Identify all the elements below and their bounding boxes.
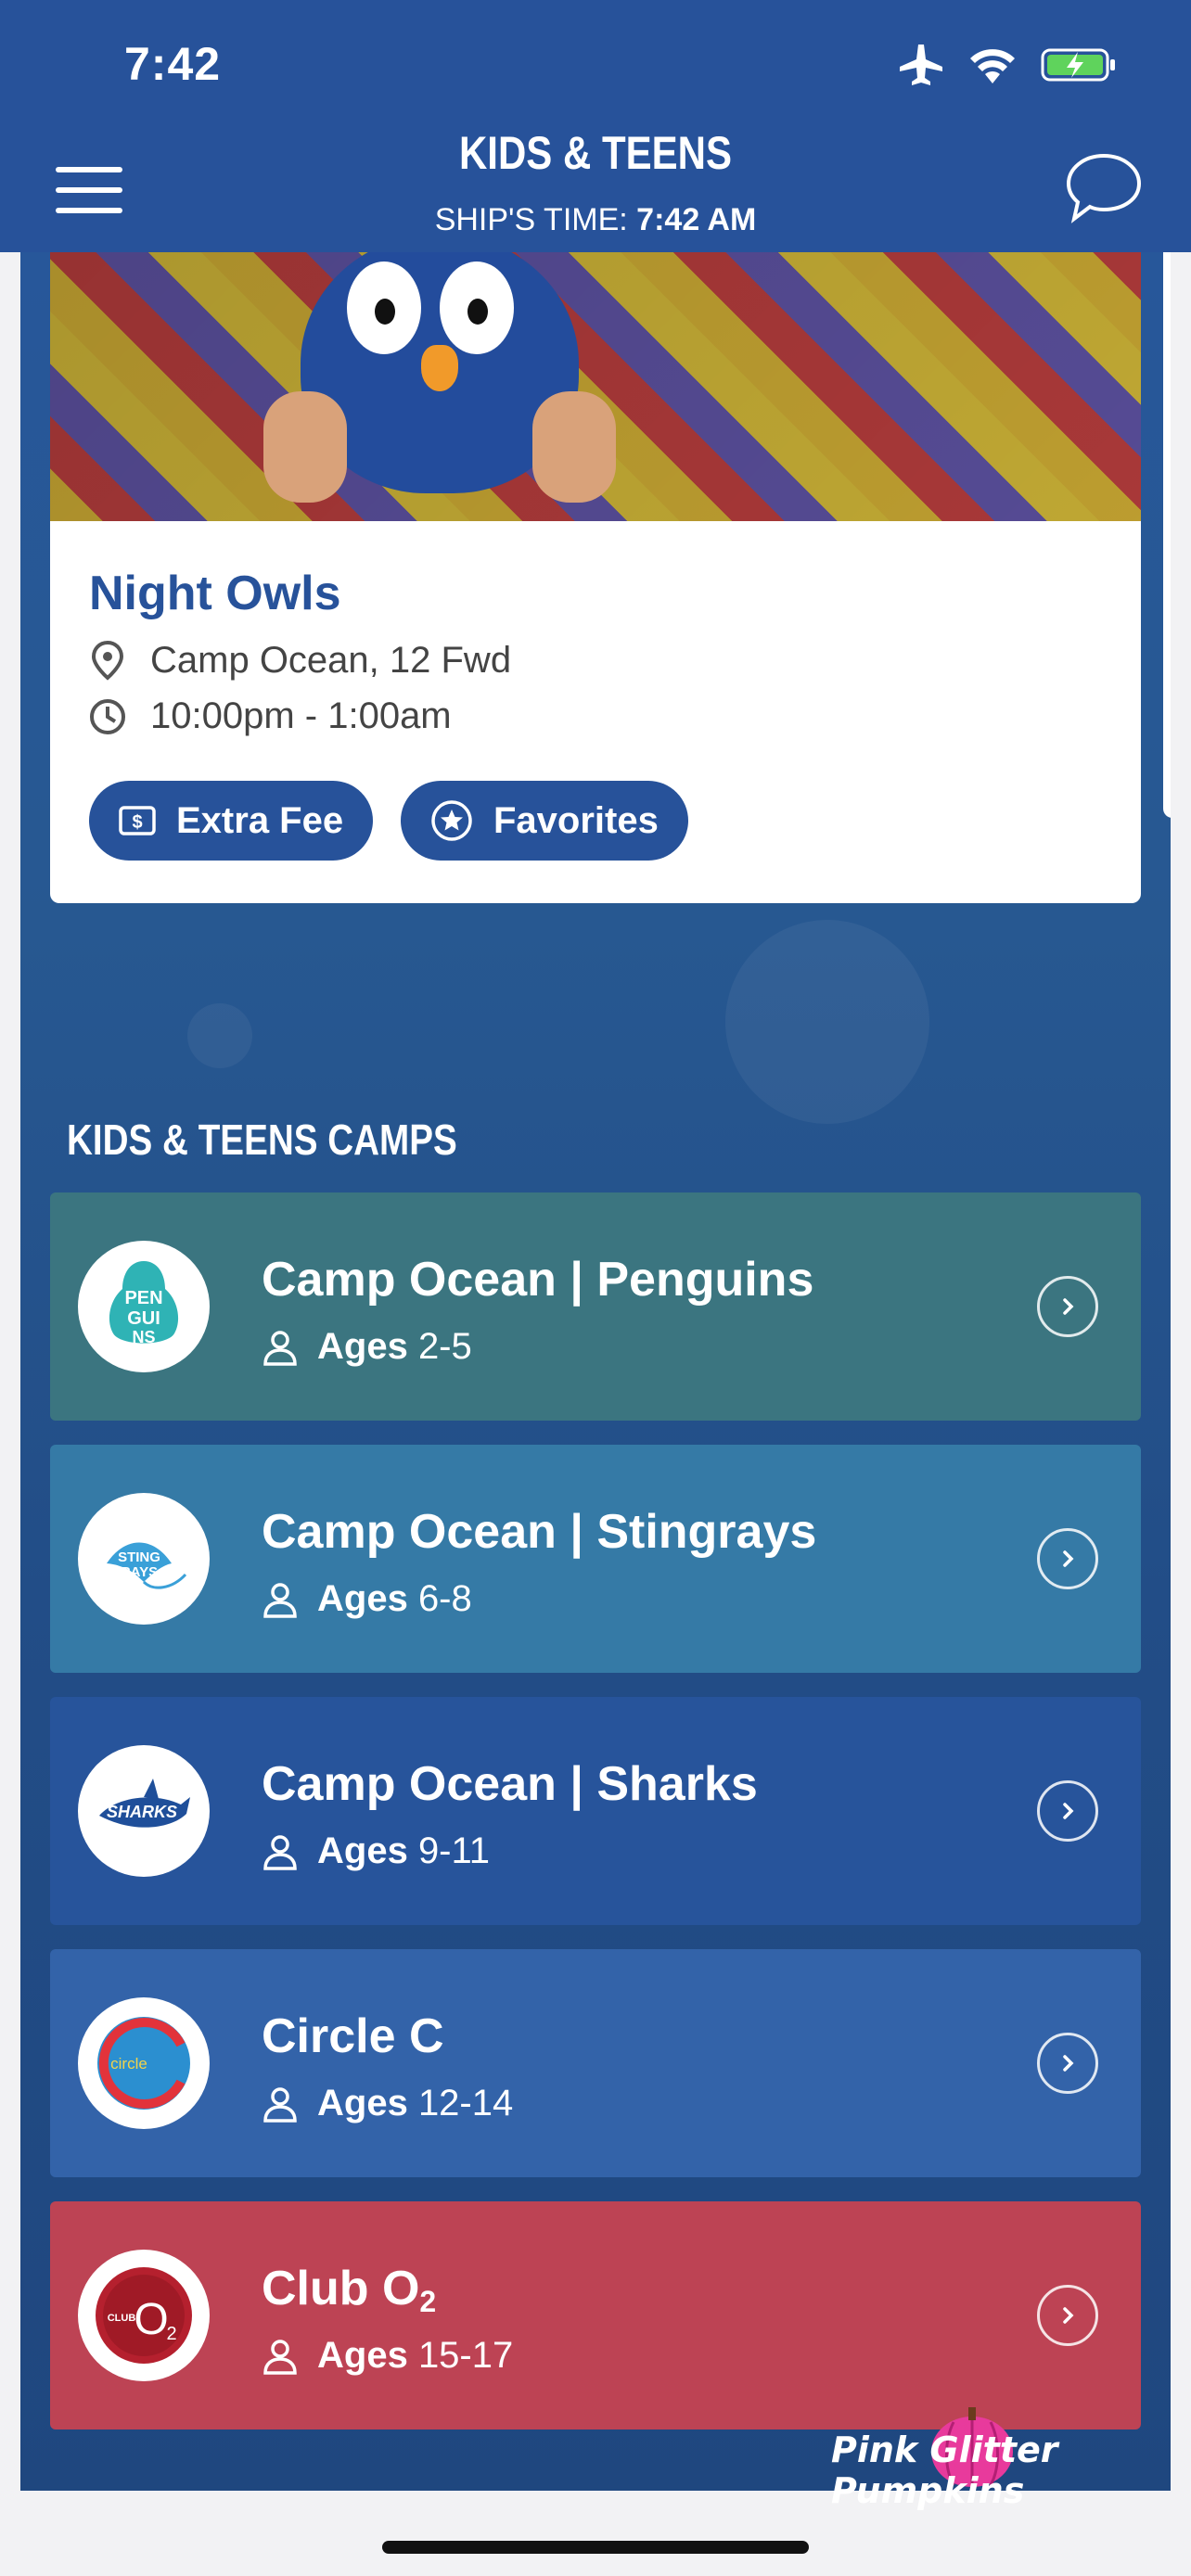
main-content[interactable]: Night Owls Camp Ocean, 12 Fwd 10:00pm - … <box>20 252 1171 2491</box>
camp-name: Camp Ocean | Stingrays <box>262 1505 817 1559</box>
camp-ages: Ages 2-5 <box>262 1326 472 1368</box>
camp-penguins[interactable]: PEN GUI NS Camp Ocean | Penguins Ages 2-… <box>50 1192 1141 1421</box>
camp-name: Circle C <box>262 2009 444 2063</box>
status-time: 7:42 <box>124 38 222 90</box>
person-icon <box>263 2086 297 2123</box>
favorites-button[interactable]: Favorites <box>401 781 688 861</box>
ages-label: Ages <box>317 1578 408 1619</box>
event-location-text: Camp Ocean, 12 Fwd <box>150 640 512 681</box>
svg-text:PEN: PEN <box>124 1288 162 1308</box>
ages-label: Ages <box>317 1830 408 1871</box>
ages-value: 12-14 <box>417 2083 514 2123</box>
ages-value: 6-8 <box>417 1578 472 1619</box>
event-location: Camp Ocean, 12 Fwd <box>89 640 511 682</box>
ages-label: Ages <box>317 1326 408 1367</box>
svg-text:GUI: GUI <box>127 1308 160 1329</box>
ship-time: SHIP'S TIME: 7:42 AM <box>0 202 1191 238</box>
ages-value: 9-11 <box>417 1830 491 1871</box>
svg-text:NS: NS <box>132 1328 155 1346</box>
camp-ages: Ages 12-14 <box>262 2083 513 2124</box>
extra-fee-label: Extra Fee <box>176 799 344 841</box>
chevron-right-icon[interactable] <box>1037 1276 1098 1337</box>
chevron-right-icon[interactable] <box>1037 1780 1098 1842</box>
camp-ages: Ages 6-8 <box>262 1578 472 1620</box>
camp-ages: Ages 9-11 <box>262 1830 490 1872</box>
camp-ages: Ages 15-17 <box>262 2335 513 2377</box>
app-header: 7:42 KIDS & TEENS SHIP'S TIME: 7:42 AM <box>0 0 1191 252</box>
ages-value: 15-17 <box>417 2335 514 2376</box>
battery-charging-icon <box>1041 48 1115 82</box>
svg-text:SHARKS: SHARKS <box>107 1803 177 1821</box>
chat-icon[interactable] <box>1063 148 1145 230</box>
event-card[interactable]: Night Owls Camp Ocean, 12 Fwd 10:00pm - … <box>50 252 1141 903</box>
svg-text:$: $ <box>132 812 142 833</box>
camp-club-o2[interactable]: CLUB O 2 Club O2 Ages 15-17 <box>50 2201 1141 2429</box>
chevron-right-icon[interactable] <box>1037 2033 1098 2094</box>
camps-section-title: KIDS & TEENS CAMPS <box>67 1116 457 1164</box>
svg-text:O: O <box>134 2295 168 2344</box>
event-time-text: 10:00pm - 1:00am <box>150 695 452 736</box>
chevron-right-icon[interactable] <box>1037 2285 1098 2346</box>
favorites-label: Favorites <box>493 799 659 841</box>
page-title: KIDS & TEENS <box>458 127 733 179</box>
svg-text:2: 2 <box>166 2324 176 2344</box>
ages-value: 2-5 <box>417 1326 472 1367</box>
camp-stingrays[interactable]: STING RAYS Camp Ocean | Stingrays Ages 6… <box>50 1445 1141 1673</box>
extra-fee-button[interactable]: $ Extra Fee <box>89 781 374 861</box>
camp-name: Camp Ocean | Penguins <box>262 1253 814 1307</box>
penguins-logo: PEN GUI NS <box>78 1241 210 1372</box>
camp-name: Camp Ocean | Sharks <box>262 1757 758 1811</box>
favorites-star-icon <box>431 800 472 841</box>
chevron-right-icon[interactable] <box>1037 1528 1098 1589</box>
svg-text:CLUB: CLUB <box>108 2313 136 2324</box>
next-event-card-peek[interactable] <box>1163 252 1171 818</box>
ship-time-label: SHIP'S TIME: <box>434 202 628 237</box>
camp-name-text: Club O <box>262 2262 420 2315</box>
camp-circle-c[interactable]: circle Circle C Ages 12-14 <box>50 1949 1141 2177</box>
camp-name: Club O2 <box>262 2261 436 2319</box>
clock-icon <box>90 698 125 734</box>
stingrays-logo: STING RAYS <box>78 1493 210 1625</box>
ship-time-value: 7:42 AM <box>636 202 757 237</box>
person-icon <box>263 1834 297 1870</box>
svg-text:RAYS: RAYS <box>121 1564 158 1580</box>
svg-text:circle: circle <box>110 2055 147 2072</box>
circle-c-logo: circle <box>78 1997 210 2129</box>
event-image <box>50 252 1141 521</box>
dollar-icon: $ <box>119 806 156 835</box>
watermark-text: Pink Glitter Pumpkins <box>831 2429 1058 2511</box>
airplane-mode-icon <box>900 45 942 85</box>
svg-text:STING: STING <box>118 1549 160 1565</box>
event-title: Night Owls <box>89 567 341 620</box>
status-icons <box>898 45 1117 85</box>
person-icon <box>263 1582 297 1618</box>
ages-label: Ages <box>317 2083 408 2123</box>
event-time: 10:00pm - 1:00am <box>89 695 452 737</box>
camp-sharks[interactable]: SHARKS Camp Ocean | Sharks Ages 9-11 <box>50 1697 1141 1925</box>
person-icon <box>263 1330 297 1366</box>
person-icon <box>263 2339 297 2375</box>
wifi-icon <box>970 49 1015 83</box>
location-pin-icon <box>91 640 124 681</box>
home-indicator[interactable] <box>382 2541 809 2554</box>
sharks-logo: SHARKS <box>78 1745 210 1877</box>
camp-name-subscript: 2 <box>419 2285 437 2318</box>
ages-label: Ages <box>317 2335 408 2376</box>
club-o2-logo: CLUB O 2 <box>78 2250 210 2381</box>
